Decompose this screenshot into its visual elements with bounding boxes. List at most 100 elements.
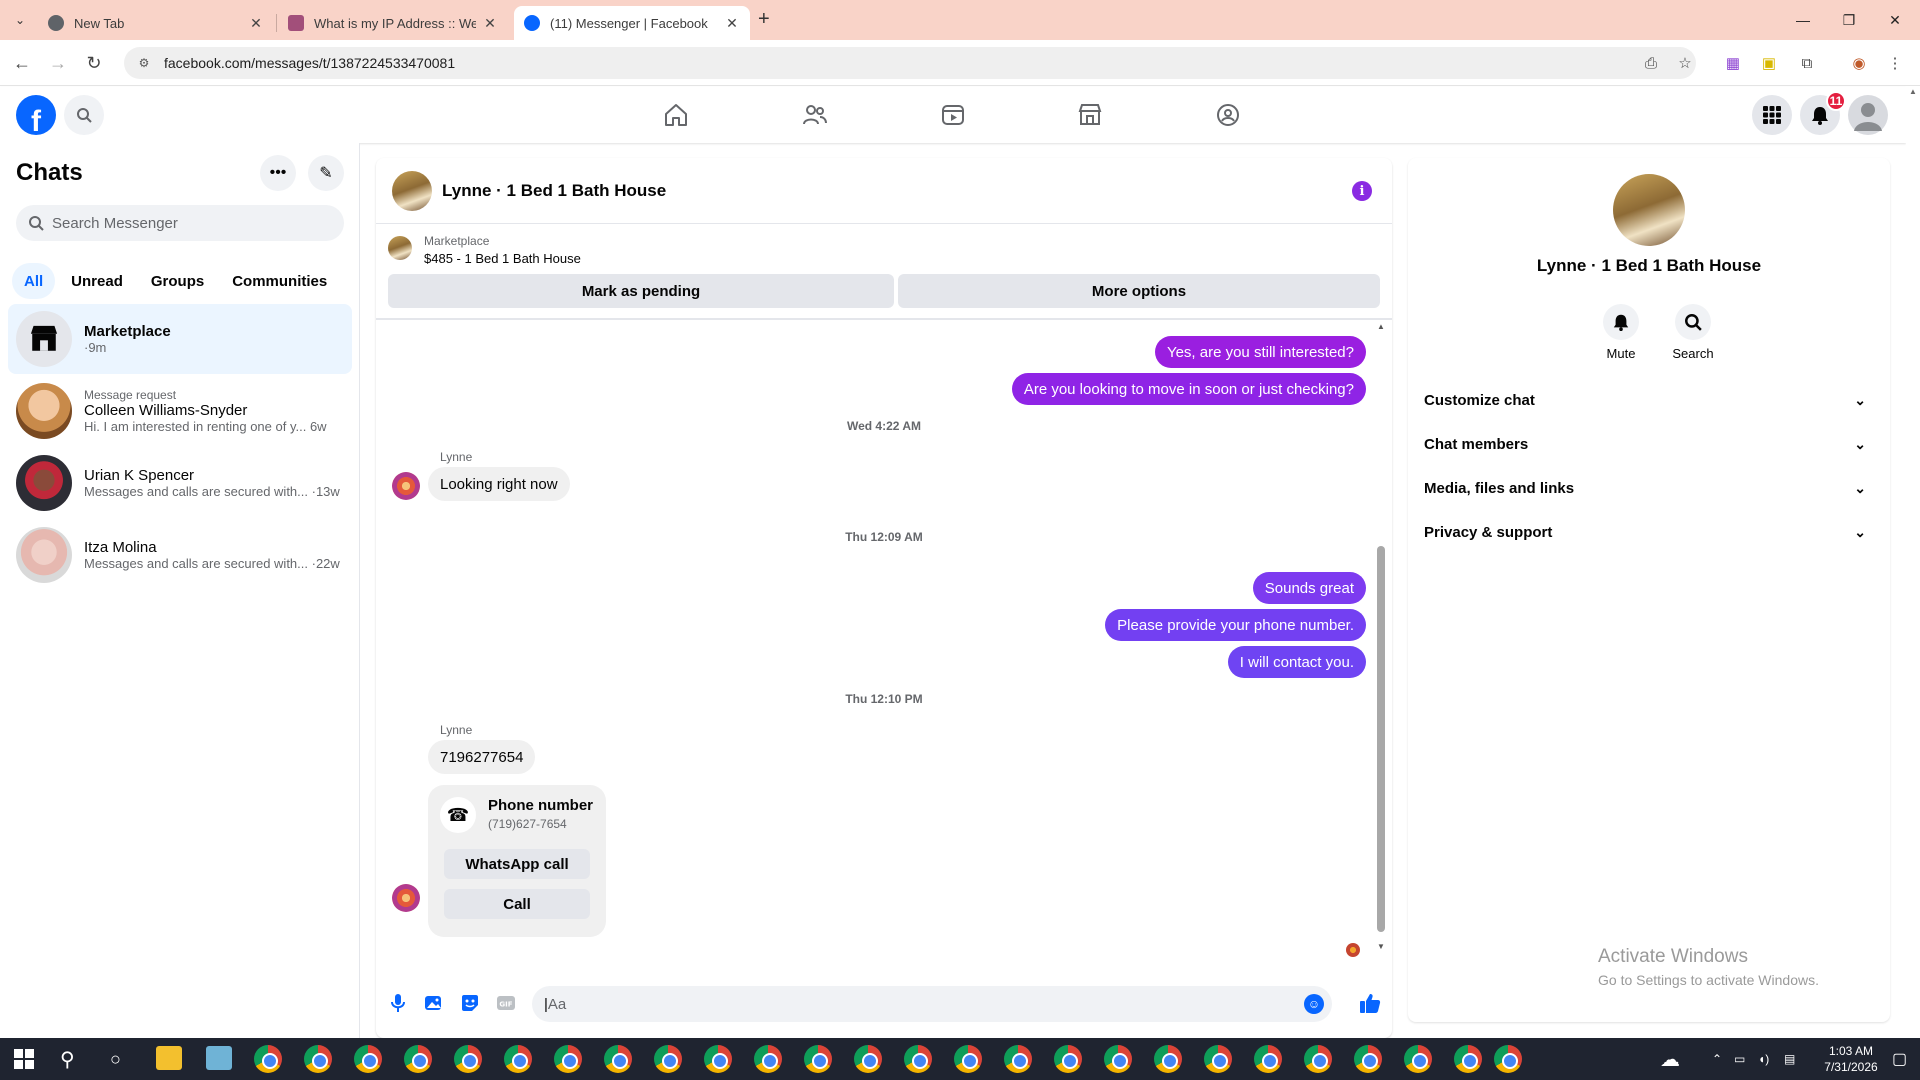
search-icon[interactable]: ⚲ [60,1038,75,1080]
incoming-message[interactable]: Looking right now [428,467,570,501]
chat-item-marketplace[interactable]: Marketplace ·9m [8,304,352,374]
outgoing-message[interactable]: Are you looking to move in soon or just … [1011,373,1366,405]
tab-ip-address[interactable]: What is my IP Address :: WebBr ✕ [278,6,508,40]
section-privacy-support[interactable]: Privacy & support ⌄ [1424,512,1874,552]
extension-yellow-icon[interactable]: ▣ [1758,52,1780,74]
notification-center-icon[interactable]: ▢ [1892,1038,1907,1080]
more-options-dots-icon[interactable]: ••• [260,155,296,191]
chrome-icon[interactable] [1404,1045,1432,1073]
chrome-icon[interactable] [754,1045,782,1073]
chrome-icon[interactable] [504,1045,532,1073]
extensions-puzzle-icon[interactable]: ⧉ [1796,52,1818,74]
network-icon[interactable]: ▤ [1784,1038,1795,1080]
address-bar[interactable]: ⚙ facebook.com/messages/t/13872245334700… [124,47,1696,79]
chrome-icon[interactable] [554,1045,582,1073]
call-button[interactable]: Call [444,889,590,919]
chrome-icon[interactable] [1254,1045,1282,1073]
friends-icon[interactable] [795,95,835,135]
page-scroll-up-icon[interactable]: ▲ [1906,87,1920,96]
listing-avatar-large[interactable] [1613,174,1685,246]
thread-scrollbar[interactable]: ▲ ▼ [1376,322,1386,954]
chrome-icon[interactable] [1054,1045,1082,1073]
chrome-icon[interactable] [654,1045,682,1073]
outgoing-message[interactable]: Please provide your phone number. [1105,609,1366,641]
conversation-header[interactable]: Lynne · 1 Bed 1 Bath House i [376,158,1392,224]
scroll-up-arrow-icon[interactable]: ▲ [1376,322,1386,331]
chrome-icon[interactable] [804,1045,832,1073]
scroll-down-arrow-icon[interactable]: ▼ [1376,942,1386,951]
outgoing-message[interactable]: Sounds great [1252,572,1366,604]
home-icon[interactable] [656,95,696,135]
more-options-button[interactable]: More options [898,274,1380,308]
search-conversation-button[interactable]: Search [1663,304,1723,361]
search-icon[interactable] [64,95,104,135]
extension-purple-icon[interactable]: ▦ [1722,52,1744,74]
tray-chevron-up-icon[interactable]: ⌃ [1712,1038,1722,1080]
profile-icon[interactable]: ◉ [1848,52,1870,74]
chrome-icon[interactable] [1204,1045,1232,1073]
bookmark-star-icon[interactable]: ☆ [1674,52,1696,74]
chrome-icon[interactable] [604,1045,632,1073]
menu-grid-icon[interactable] [1752,95,1792,135]
close-tab-icon[interactable]: ✕ [724,15,740,32]
info-icon[interactable]: i [1352,181,1372,201]
mark-as-pending-button[interactable]: Mark as pending [388,274,894,308]
site-info-icon[interactable]: ⚙ [136,55,152,71]
chrome-icon[interactable] [454,1045,482,1073]
chat-item-itza[interactable]: Itza Molina Messages and calls are secur… [8,520,352,590]
restore-icon[interactable]: ❐ [1826,6,1872,34]
file-explorer-icon[interactable] [156,1046,182,1070]
photo-icon[interactable] [422,991,446,1015]
close-window-icon[interactable]: ✕ [1872,6,1918,34]
chrome-icon[interactable] [354,1045,382,1073]
groups-gaming-icon[interactable] [1208,95,1248,135]
thumbs-up-like-icon[interactable] [1358,991,1382,1015]
filter-all[interactable]: All [12,263,56,299]
listing-title[interactable]: $485 - 1 Bed 1 Bath House [424,251,581,266]
incoming-message[interactable]: 7196277654 [428,740,536,774]
video-icon[interactable] [933,95,973,135]
minimize-icon[interactable]: — [1780,6,1826,34]
browser-menu-icon[interactable]: ⋮ [1884,52,1906,74]
chrome-icon[interactable] [254,1045,282,1073]
chrome-icon[interactable] [954,1045,982,1073]
filter-unread[interactable]: Unread [59,263,135,299]
emoji-icon[interactable]: ☺ [1304,994,1324,1014]
install-app-icon[interactable]: ⎙ [1640,52,1662,74]
volume-icon[interactable]: ◖) [1758,1038,1769,1080]
microphone-icon[interactable] [386,991,410,1015]
chrome-icon[interactable] [904,1045,932,1073]
marketplace-icon[interactable] [1070,95,1110,135]
weather-icon[interactable]: ☁ [1660,1038,1680,1080]
listing-thumbnail[interactable] [388,236,412,260]
chrome-icon[interactable] [704,1045,732,1073]
account-avatar[interactable] [1848,95,1888,135]
mute-button[interactable]: Mute [1591,304,1651,361]
chrome-icon[interactable] [854,1045,882,1073]
close-tab-icon[interactable]: ✕ [482,15,498,32]
chrome-icon[interactable] [304,1045,332,1073]
outgoing-message[interactable]: Yes, are you still interested? [1154,336,1366,368]
taskbar-clock[interactable]: 1:03 AM 7/31/2026 [1816,1043,1886,1075]
meet-now-icon[interactable]: ▭ [1734,1038,1745,1080]
chrome-icon[interactable] [1454,1045,1482,1073]
windows-start-icon[interactable] [14,1049,34,1069]
forward-arrow-icon[interactable]: → [46,51,70,75]
close-tab-icon[interactable]: ✕ [248,15,264,32]
sender-avatar[interactable] [392,884,420,912]
chrome-icon[interactable] [1154,1045,1182,1073]
scroll-thumb[interactable] [1377,546,1385,932]
messenger-search-input[interactable]: Search Messenger [16,205,344,241]
notepad-icon[interactable] [206,1046,232,1070]
page-scrollbar[interactable]: ▲ [1906,87,1920,1038]
sender-avatar[interactable] [392,472,420,500]
reload-icon[interactable]: ↻ [82,51,106,75]
tab-messenger[interactable]: (11) Messenger | Facebook ✕ [514,6,750,40]
chrome-icon[interactable] [1354,1045,1382,1073]
tab-new-tab[interactable]: New Tab ✕ [38,6,274,40]
section-chat-members[interactable]: Chat members ⌄ [1424,424,1874,464]
chrome-icon-active[interactable] [1494,1045,1522,1073]
gif-icon[interactable]: GIF [494,991,518,1015]
section-media-files-links[interactable]: Media, files and links ⌄ [1424,468,1874,508]
new-message-compose-icon[interactable]: ✎ [308,155,344,191]
